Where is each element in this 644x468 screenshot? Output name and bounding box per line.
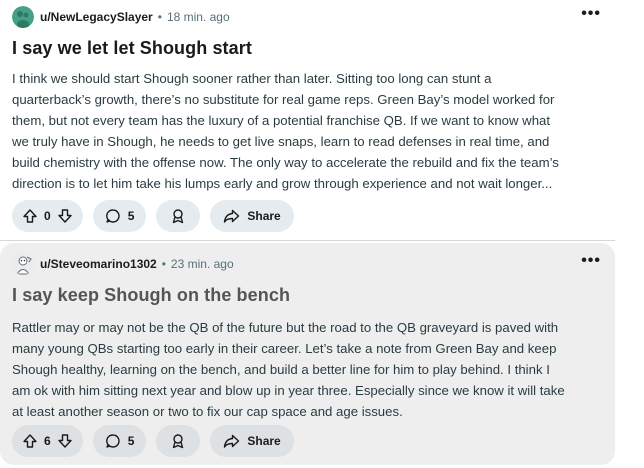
overflow-menu-button[interactable]: ••• <box>581 253 601 269</box>
post-body-line: Shough healthy, learning on the bench, a… <box>12 362 550 377</box>
vote-count: 6 <box>44 434 51 448</box>
award-button[interactable] <box>156 425 201 457</box>
downvote-arrow-icon[interactable] <box>57 208 73 224</box>
post-meta: u/NewLegacySlayer • 18 min. ago <box>12 4 230 30</box>
post-action-bar: 0 5 Share <box>12 200 294 232</box>
award-icon <box>170 433 186 449</box>
post-meta: u/Steveomarino1302 • 23 min. ago <box>12 251 234 277</box>
username-link[interactable]: u/Steveomarino1302 <box>40 257 157 271</box>
post-action-bar: 6 5 Share <box>12 425 294 457</box>
post-title[interactable]: I say we let let Shough start <box>12 38 252 59</box>
post-body[interactable]: I think we should start Shough sooner ra… <box>12 68 608 194</box>
post-body-line: quarterback’s growth, there’s no substit… <box>12 92 555 107</box>
comments-button[interactable]: 5 <box>92 425 147 457</box>
comment-bubble-icon <box>105 208 121 224</box>
share-label: Share <box>247 434 281 448</box>
vote-count: 0 <box>44 209 51 223</box>
post-body-line: direction is to let him take his lumps e… <box>12 176 553 191</box>
post-body-line: build chemistry with the offense now. Th… <box>12 155 559 170</box>
post-divider <box>0 240 615 241</box>
comment-count: 5 <box>127 434 135 448</box>
post-title[interactable]: I say keep Shough on the bench <box>12 285 290 306</box>
comment-count: 5 <box>127 209 135 223</box>
post-card[interactable]: u/Steveomarino1302 • 23 min. ago ••• I s… <box>0 243 615 465</box>
post-body-line: am ok with him sitting next year and blo… <box>12 383 565 398</box>
post-body[interactable]: Rattler may or may not be the QB of the … <box>12 317 608 422</box>
post-timestamp: 18 min. ago <box>166 10 230 24</box>
user-avatar[interactable] <box>12 253 34 275</box>
meta-separator: • <box>161 257 166 271</box>
post-body-line: we truly have in Shough, he needs to get… <box>12 134 550 149</box>
post-body-line: many young QBs starting too early in the… <box>12 341 557 356</box>
share-arrow-icon <box>223 208 240 224</box>
overflow-menu-button[interactable]: ••• <box>581 6 601 22</box>
share-button[interactable]: Share <box>210 200 294 232</box>
meta-separator: • <box>157 10 162 24</box>
post-body-line: I think we should start Shough sooner ra… <box>12 71 492 86</box>
downvote-arrow-icon[interactable] <box>57 433 73 449</box>
post-body-line: them, but not every team has the luxury … <box>12 113 551 128</box>
award-button[interactable] <box>156 200 201 232</box>
post-card[interactable]: u/NewLegacySlayer • 18 min. ago ••• I sa… <box>0 0 615 238</box>
username-link[interactable]: u/NewLegacySlayer <box>40 10 153 24</box>
post-body-line: at least another season or two to fix ou… <box>12 404 403 419</box>
comments-button[interactable]: 5 <box>92 200 147 232</box>
post-timestamp: 23 min. ago <box>170 257 234 271</box>
share-arrow-icon <box>223 433 240 449</box>
comment-bubble-icon <box>105 433 121 449</box>
vote-control: 0 <box>12 200 83 232</box>
vote-control: 6 <box>12 425 83 457</box>
post-body-line: Rattler may or may not be the QB of the … <box>12 320 559 335</box>
award-icon <box>170 208 186 224</box>
upvote-arrow-icon[interactable] <box>22 433 38 449</box>
share-label: Share <box>247 209 281 223</box>
share-button[interactable]: Share <box>210 425 294 457</box>
user-avatar[interactable] <box>12 6 34 28</box>
upvote-arrow-icon[interactable] <box>22 208 38 224</box>
